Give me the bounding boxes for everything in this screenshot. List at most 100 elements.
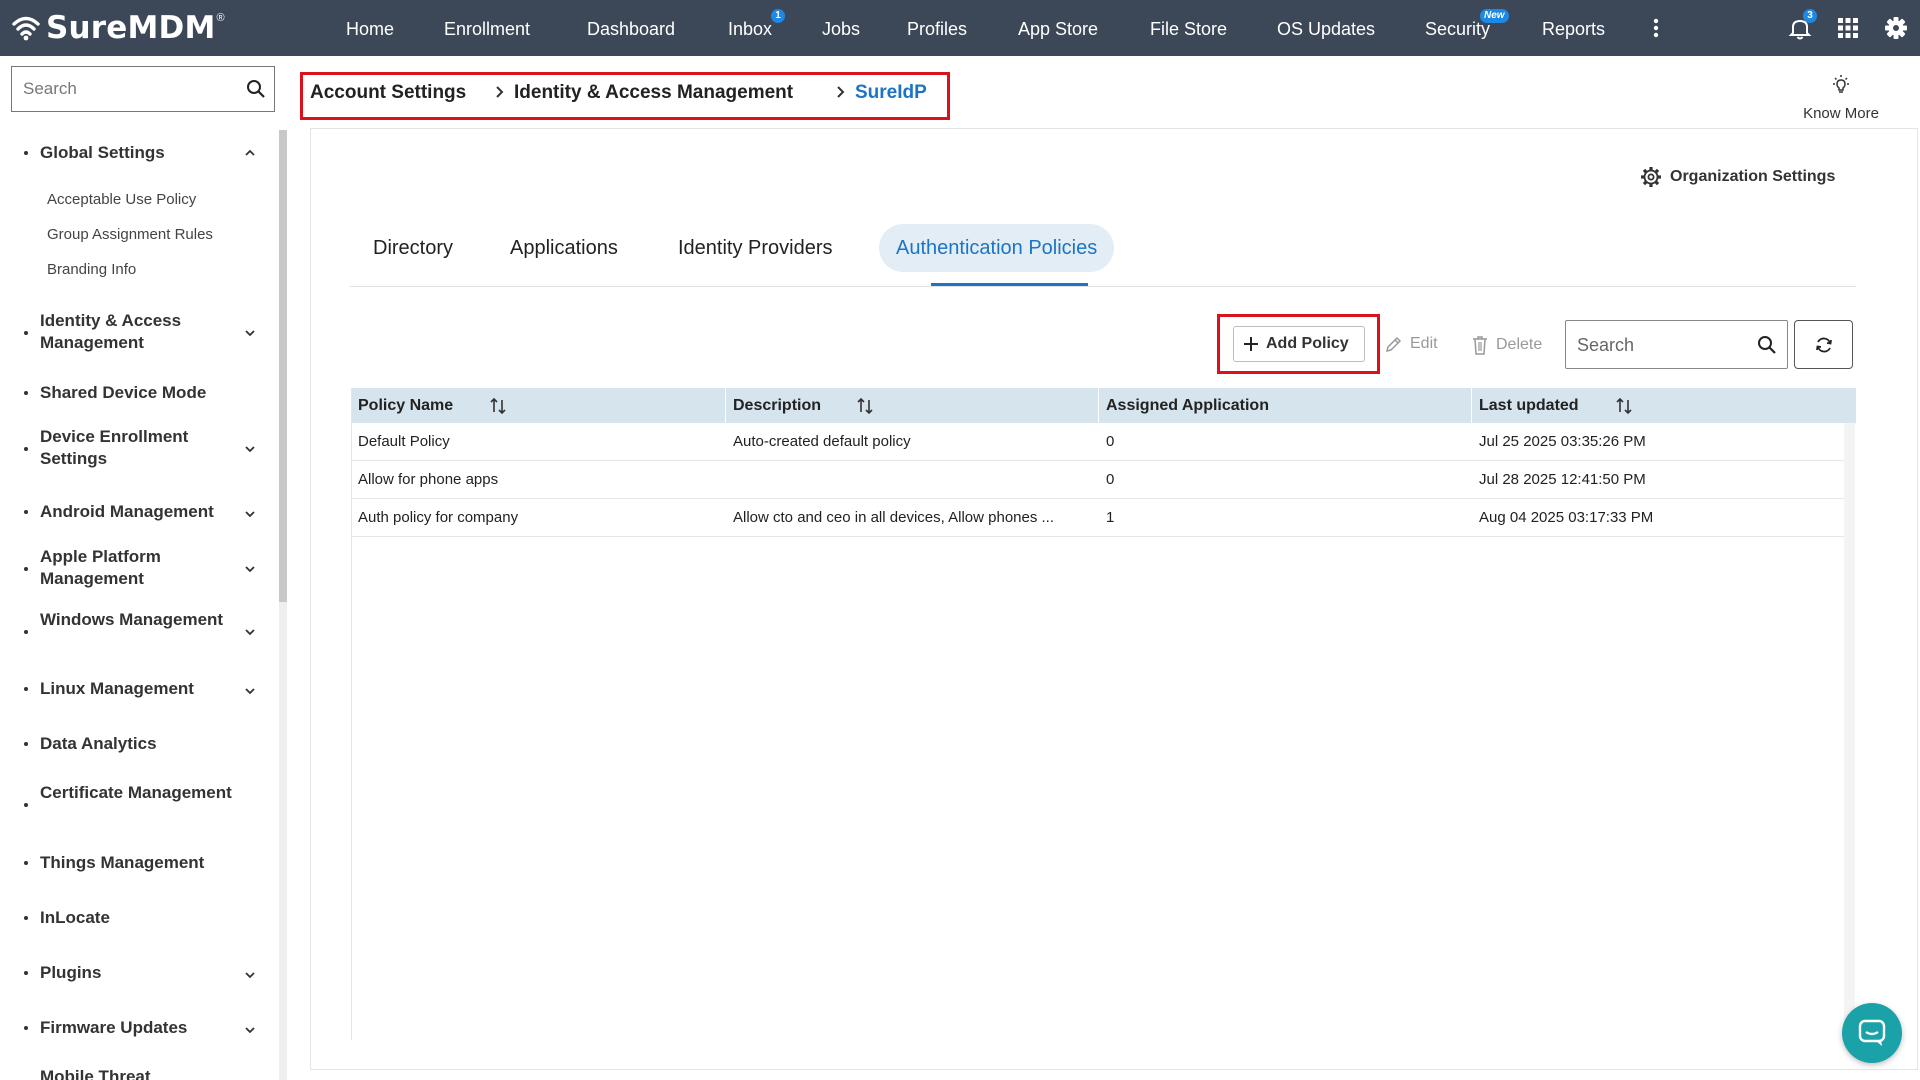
nav-home[interactable]: Home bbox=[346, 0, 394, 56]
sidebar-item-firmware-updates[interactable]: Firmware Updates bbox=[0, 1013, 270, 1043]
bullet-icon bbox=[24, 803, 28, 807]
table-row[interactable]: Auth policy for company Allow cto and ce… bbox=[352, 499, 1844, 537]
settings-cog-icon bbox=[1641, 167, 1661, 187]
bullet-icon bbox=[24, 510, 28, 514]
pencil-icon bbox=[1385, 336, 1402, 353]
add-policy-button[interactable]: Add Policy bbox=[1233, 326, 1365, 362]
tab-directory[interactable]: Directory bbox=[373, 224, 453, 272]
chat-bubble-icon bbox=[1858, 1019, 1886, 1046]
delete-button[interactable]: Delete bbox=[1470, 334, 1542, 356]
bullet-icon bbox=[24, 151, 28, 155]
sidebar-item-mobile-threat[interactable]: Mobile Threat bbox=[0, 1060, 270, 1080]
nav-app-store[interactable]: App Store bbox=[1018, 0, 1098, 56]
nav-file-store[interactable]: File Store bbox=[1150, 0, 1227, 56]
sidebar-scrollbar-thumb[interactable] bbox=[279, 130, 287, 602]
tab-divider bbox=[350, 286, 1856, 287]
column-header-assigned-application[interactable]: Assigned Application bbox=[1106, 388, 1269, 423]
sidebar-item-shared-device-mode[interactable]: Shared Device Mode bbox=[0, 378, 270, 408]
sidebar-item-device-enrollment-settings[interactable]: Device Enrollment Settings bbox=[0, 426, 270, 472]
edit-label: Edit bbox=[1410, 335, 1438, 352]
sidebar-item-windows-management[interactable]: Windows Management bbox=[0, 609, 270, 655]
know-more-button[interactable]: Know More bbox=[1796, 74, 1886, 122]
bullet-icon bbox=[24, 567, 28, 571]
chevron-down-icon bbox=[245, 330, 255, 337]
column-header-policy-name[interactable]: Policy Name bbox=[358, 388, 453, 423]
nav-jobs[interactable]: Jobs bbox=[822, 0, 860, 56]
sidebar-item-certificate-management[interactable]: Certificate Management bbox=[0, 782, 270, 828]
nav-profiles[interactable]: Profiles bbox=[907, 0, 967, 56]
plus-icon bbox=[1244, 337, 1258, 351]
breadcrumb-identity-access-management[interactable]: Identity & Access Management bbox=[514, 82, 793, 104]
settings-sidebar: Global Settings Acceptable Use Policy Gr… bbox=[0, 56, 290, 1080]
organization-settings-label: Organization Settings bbox=[1670, 168, 1836, 185]
edit-button[interactable]: Edit bbox=[1384, 334, 1438, 354]
bullet-icon bbox=[24, 971, 28, 975]
nav-dashboard[interactable]: Dashboard bbox=[587, 0, 675, 56]
sidebar-item-global-settings[interactable]: Global Settings bbox=[0, 138, 270, 168]
nav-security[interactable]: Security bbox=[1425, 0, 1490, 56]
table-scrollbar[interactable] bbox=[1844, 423, 1855, 1040]
bullet-icon bbox=[24, 447, 28, 451]
sidebar-item-label: InLocate bbox=[40, 908, 110, 927]
sort-icon[interactable] bbox=[489, 396, 507, 416]
nav-enrollment[interactable]: Enrollment bbox=[444, 0, 530, 56]
cell-description: Allow cto and ceo in all devices, Allow … bbox=[733, 509, 1055, 526]
cell-assigned-application: 1 bbox=[1106, 509, 1115, 526]
refresh-button[interactable] bbox=[1794, 320, 1853, 369]
suremdm-logo[interactable]: SureMDM ® bbox=[12, 8, 225, 48]
top-navigation-bar: SureMDM ® Home Enrollment Dashboard Inbox… bbox=[0, 0, 1920, 56]
table-row[interactable]: Allow for phone apps 0 Jul 28 2025 12:41… bbox=[352, 461, 1844, 499]
sidebar-item-things-management[interactable]: Things Management bbox=[0, 848, 270, 878]
nav-inbox[interactable]: Inbox bbox=[728, 0, 772, 56]
cell-assigned-application: 0 bbox=[1106, 471, 1115, 488]
sidebar-item-linux-management[interactable]: Linux Management bbox=[0, 674, 270, 704]
sort-icon[interactable] bbox=[856, 396, 874, 416]
search-icon[interactable] bbox=[1757, 335, 1777, 355]
sidebar-item-inlocate[interactable]: InLocate bbox=[0, 903, 270, 933]
sidebar-item-identity-access-management[interactable]: Identity & Access Management bbox=[0, 310, 270, 356]
sort-icon[interactable] bbox=[1615, 396, 1633, 416]
column-separator bbox=[725, 388, 726, 423]
column-header-last-updated[interactable]: Last updated bbox=[1479, 388, 1579, 423]
more-vertical-icon[interactable] bbox=[1642, 14, 1670, 42]
bullet-icon bbox=[24, 1026, 28, 1030]
tab-applications[interactable]: Applications bbox=[510, 224, 618, 272]
cell-last-updated: Jul 28 2025 12:41:50 PM bbox=[1479, 471, 1646, 488]
sidebar-search bbox=[11, 66, 275, 112]
sidebar-item-apple-platform-management[interactable]: Apple Platform Management bbox=[0, 546, 270, 592]
sidebar-item-plugins[interactable]: Plugins bbox=[0, 958, 270, 988]
apps-grid-icon[interactable] bbox=[1834, 14, 1862, 42]
cell-description bbox=[733, 461, 1093, 498]
sidebar-search-input[interactable] bbox=[13, 68, 245, 110]
sidebar-item-android-management[interactable]: Android Management bbox=[0, 497, 270, 527]
lightbulb-icon bbox=[1833, 75, 1849, 93]
sidebar-item-data-analytics[interactable]: Data Analytics bbox=[0, 729, 270, 759]
chevron-right-icon bbox=[496, 86, 504, 98]
nav-reports[interactable]: Reports bbox=[1542, 0, 1605, 56]
search-icon[interactable] bbox=[246, 79, 266, 99]
nav-os-updates[interactable]: OS Updates bbox=[1277, 0, 1375, 56]
sidebar-item-label: Device Enrollment Settings bbox=[40, 427, 189, 468]
active-tab-indicator bbox=[931, 283, 1088, 286]
cell-description: Auto-created default policy bbox=[733, 433, 911, 450]
sidebar-subitem-acceptable-use-policy[interactable]: Acceptable Use Policy bbox=[47, 191, 196, 208]
table-row[interactable]: Default Policy Auto-created default poli… bbox=[352, 423, 1844, 461]
sidebar-subitem-group-assignment-rules[interactable]: Group Assignment Rules bbox=[47, 226, 213, 243]
tab-authentication-policies[interactable]: Authentication Policies bbox=[879, 224, 1115, 272]
wifi-logo-icon bbox=[12, 16, 40, 41]
sidebar-item-label: Firmware Updates bbox=[40, 1018, 188, 1037]
chevron-down-icon bbox=[245, 511, 255, 518]
column-header-description[interactable]: Description bbox=[733, 388, 821, 423]
tab-identity-providers[interactable]: Identity Providers bbox=[678, 224, 833, 272]
bullet-icon bbox=[24, 687, 28, 691]
gear-icon[interactable] bbox=[1882, 14, 1910, 42]
chat-support-button[interactable] bbox=[1842, 1003, 1902, 1063]
sidebar-item-label: Data Analytics bbox=[40, 734, 157, 753]
sidebar-subitem-branding-info[interactable]: Branding Info bbox=[47, 261, 136, 278]
chevron-down-icon bbox=[245, 688, 255, 695]
cell-policy-name: Default Policy bbox=[358, 433, 450, 450]
column-separator bbox=[1098, 388, 1099, 423]
policy-search-input[interactable] bbox=[1567, 322, 1759, 369]
organization-settings-button[interactable]: Organization Settings bbox=[1640, 166, 1835, 188]
breadcrumb-account-settings[interactable]: Account Settings bbox=[310, 82, 466, 104]
